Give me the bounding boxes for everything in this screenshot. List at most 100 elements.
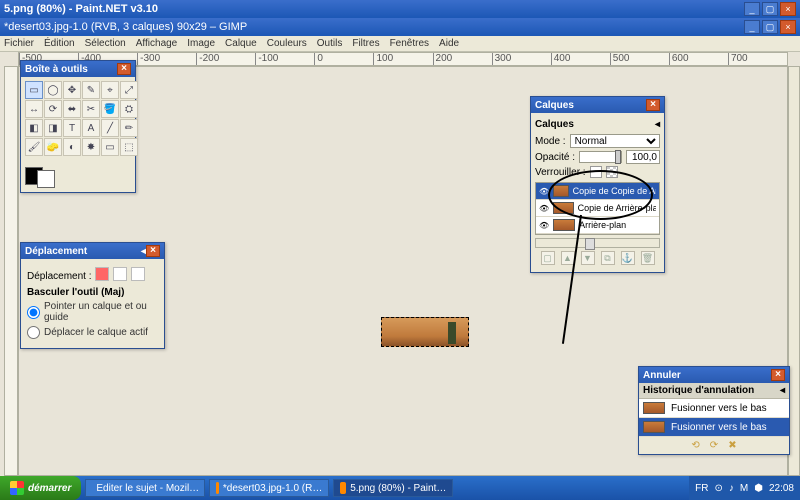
history-menu-icon[interactable]: ◂ [780,385,785,396]
menu-affichage[interactable]: Affichage [136,38,178,49]
tool-2[interactable]: ✥ [63,81,81,99]
paintnet-title: 5.png (80%) - Paint.NET v3.10 [4,3,744,15]
redo-button[interactable]: ⟳ [710,440,718,451]
tool-4[interactable]: ⌖ [101,81,119,99]
menu-outils[interactable]: Outils [317,38,343,49]
app-icon [216,482,219,494]
tool-3[interactable]: ✎ [82,81,100,99]
tool-options-close-button[interactable]: × [146,245,160,257]
layers-close-button[interactable]: × [646,99,660,111]
mode-select[interactable]: Normal [570,134,660,148]
visibility-icon[interactable]: 👁 [539,187,549,196]
history-item[interactable]: Fusionner vers le bas [639,399,789,418]
tool-11[interactable]: ⛭ [120,100,138,118]
minimize-button[interactable]: _ [744,2,760,16]
menu-sélection[interactable]: Sélection [85,38,126,49]
tool-17[interactable]: ✏ [120,119,138,137]
menu-image[interactable]: Image [187,38,215,49]
menu-calque[interactable]: Calque [225,38,257,49]
taskbar-item[interactable]: *desert03.jpg-1.0 (R… [209,479,329,497]
layer-item[interactable]: 👁Arrière-plan [536,217,659,234]
visibility-icon[interactable]: 👁 [539,204,549,213]
anchor-layer-button[interactable]: ⚓ [621,251,635,265]
tool-1[interactable]: ◯ [44,81,62,99]
tool-20[interactable]: ◐ [63,138,81,156]
lang-indicator[interactable]: FR [695,483,708,494]
new-layer-button[interactable]: ▢ [541,251,555,265]
history-header[interactable]: Annuler × [639,367,789,383]
color-swatches[interactable] [21,160,135,192]
background-swatch[interactable] [37,170,55,188]
tool-9[interactable]: ✂ [82,100,100,118]
delete-layer-button[interactable]: 🗑 [641,251,655,265]
undo-button[interactable]: ⟲ [691,440,699,451]
history-close-button[interactable]: × [771,369,785,381]
taskbar-item[interactable]: 5.png (80%) - Paint… [333,479,453,497]
menu-couleurs[interactable]: Couleurs [267,38,307,49]
tool-22[interactable]: ▭ [101,138,119,156]
history-item[interactable]: Fusionner vers le bas [639,418,789,437]
tool-7[interactable]: ⟳ [44,100,62,118]
history-panel: Annuler × Historique d'annulation ◂ Fusi… [638,366,790,455]
opacity-value[interactable] [626,150,660,164]
tool-19[interactable]: 🧽 [44,138,62,156]
opacity-slider[interactable] [579,151,622,163]
gimp-maximize-button[interactable]: ▢ [762,20,778,34]
tool-10[interactable]: 🪣 [101,100,119,118]
move-path-icon[interactable] [131,267,145,281]
layers-header[interactable]: Calques × [531,97,664,113]
tool-options-header[interactable]: Déplacement ◂ × [21,243,164,259]
raise-layer-button[interactable]: ▲ [561,251,575,265]
visibility-icon[interactable]: 👁 [539,221,549,230]
tool-23[interactable]: ⬚ [120,138,138,156]
menu-fenêtres[interactable]: Fenêtres [390,38,429,49]
layers-subheader[interactable]: Calques ◂ [535,117,660,132]
radio-pick-layer[interactable]: Pointer un calque et ou guide [27,301,158,323]
ruler-vertical [4,66,18,476]
tool-0[interactable]: ▭ [25,81,43,99]
lower-layer-button[interactable]: ▼ [581,251,595,265]
menu-aide[interactable]: Aide [439,38,459,49]
menu-filtres[interactable]: Filtres [352,38,379,49]
layer-scroll[interactable] [535,238,660,248]
toolbox-close-button[interactable]: × [117,63,131,75]
tool-13[interactable]: ◨ [44,119,62,137]
gimp-close-button[interactable]: × [780,20,796,34]
tray-shield-icon[interactable]: ⬢ [754,483,763,494]
menu-édition[interactable]: Édition [44,38,75,49]
tool-21[interactable]: ✸ [82,138,100,156]
clock[interactable]: 22:08 [769,483,794,494]
canvas-image[interactable] [381,317,469,347]
tray-msn-icon[interactable]: M [740,483,748,494]
tool-15[interactable]: A [82,119,100,137]
lock-alpha-checkbox[interactable] [606,166,618,178]
tool-16[interactable]: ╱ [101,119,119,137]
system-tray[interactable]: FR ⊙ ♪ M ⬢ 22:08 [689,476,800,500]
maximize-button[interactable]: ▢ [762,2,778,16]
lock-pixels-checkbox[interactable] [590,166,602,178]
taskbar-item[interactable]: Editer le sujet - Mozil… [85,479,205,497]
tool-14[interactable]: T [63,119,81,137]
menu-fichier[interactable]: Fichier [4,38,34,49]
history-subheader[interactable]: Historique d'annulation ◂ [639,383,789,399]
layer-item[interactable]: 👁Copie de Copie de Arrière-plan [536,183,659,200]
move-selection-icon[interactable] [113,267,127,281]
close-button[interactable]: × [780,2,796,16]
tool-12[interactable]: ◧ [25,119,43,137]
tray-icon[interactable]: ⊙ [715,483,723,494]
move-layer-icon[interactable] [95,267,109,281]
radio-move-active[interactable]: Déplacer le calque actif [27,326,158,339]
duplicate-layer-button[interactable]: ⧉ [601,251,615,265]
tool-8[interactable]: ⬌ [63,100,81,118]
tool-18[interactable]: 🖌 [25,138,43,156]
layer-item[interactable]: 👁Copie de Arrière-plan [536,200,659,217]
gimp-minimize-button[interactable]: _ [744,20,760,34]
layers-menu-icon[interactable]: ◂ [655,119,660,130]
toolbox-header[interactable]: Boîte à outils × [21,61,135,77]
tool-5[interactable]: ⤢ [120,81,138,99]
start-button[interactable]: démarrer [0,476,81,500]
tray-volume-icon[interactable]: ♪ [729,483,734,494]
ruler-tick: 200 [433,53,492,65]
clear-history-button[interactable]: ✖ [728,440,736,451]
tool-6[interactable]: ↔ [25,100,43,118]
